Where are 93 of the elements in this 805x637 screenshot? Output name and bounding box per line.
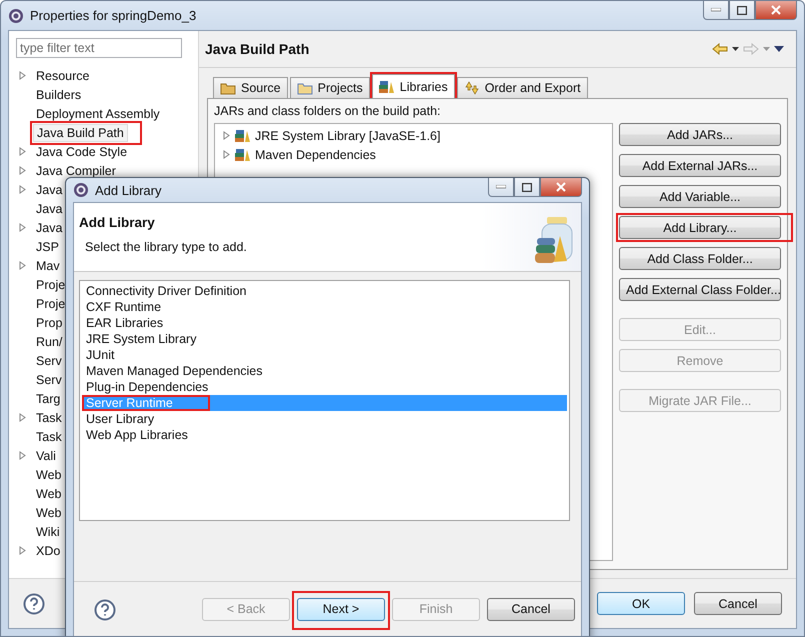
sidebar-item[interactable]: Task <box>33 428 65 444</box>
expand-arrow-icon[interactable] <box>19 185 27 194</box>
maximize-button[interactable] <box>729 1 755 20</box>
sidebar-item[interactable]: Web <box>33 486 64 502</box>
sidebar-item[interactable]: Proje <box>33 296 68 312</box>
sidebar-item[interactable]: Java Compiler <box>33 162 119 178</box>
close-button[interactable] <box>755 1 797 20</box>
dialog-heading: Add Library <box>79 215 156 230</box>
dialog-button[interactable]: OK <box>597 592 685 615</box>
expand-arrow-icon[interactable] <box>19 546 27 555</box>
maximize-icon <box>522 182 532 192</box>
build-path-caption: JARs and class folders on the build path: <box>214 104 442 118</box>
maximize-button[interactable] <box>514 178 540 197</box>
minimize-icon <box>711 8 721 12</box>
sidebar-item[interactable]: XDo <box>33 542 64 558</box>
action-button[interactable]: Add External Class Folder... <box>619 278 781 301</box>
window-title: Properties for springDemo_3 <box>30 8 196 23</box>
expand-arrow-icon[interactable] <box>19 223 27 232</box>
sidebar-item[interactable]: Web <box>33 466 64 482</box>
tab[interactable]: Order and Export <box>456 77 588 98</box>
dialog-description: Select the library type to add. <box>84 240 248 254</box>
sidebar-item[interactable]: Java Code Style <box>33 144 130 160</box>
tab[interactable]: Libraries <box>372 74 455 98</box>
sidebar-item[interactable]: Web <box>33 504 64 520</box>
sidebar-item[interactable]: Wiki <box>33 524 63 540</box>
folder-icon <box>296 81 313 95</box>
list-item[interactable]: EAR Libraries <box>82 315 567 331</box>
minimize-button[interactable] <box>703 1 729 20</box>
action-button[interactable]: Add Class Folder... <box>619 247 781 270</box>
list-item[interactable]: JRE System Library <box>82 331 567 347</box>
expand-arrow-icon[interactable] <box>19 166 27 175</box>
dialog-title: Add Library <box>95 182 162 198</box>
action-button[interactable]: Add Variable... <box>619 185 781 208</box>
close-icon <box>771 5 781 15</box>
expand-arrow-icon[interactable] <box>19 261 27 270</box>
tab[interactable]: Source <box>213 77 288 98</box>
sidebar-item[interactable]: Mav <box>33 258 63 274</box>
sidebar-item[interactable]: Run/ <box>33 334 66 350</box>
folder-icon <box>220 81 236 95</box>
list-item[interactable]: Maven Managed Dependencies <box>82 363 567 379</box>
sidebar-item[interactable]: Vali <box>33 448 59 464</box>
dialog-button[interactable]: Cancel <box>694 592 782 615</box>
maximize-icon <box>737 6 747 14</box>
app-gear-icon <box>73 182 89 198</box>
help-icon[interactable] <box>94 599 116 621</box>
expand-arrow-icon[interactable] <box>19 147 27 156</box>
dropdown-caret-icon[interactable] <box>732 47 739 51</box>
list-item[interactable]: JUnit <box>82 347 567 363</box>
filter-field[interactable]: type filter text <box>16 38 182 58</box>
page-title: Java Build Path <box>205 41 310 57</box>
close-icon <box>556 182 566 192</box>
sidebar-item[interactable]: Task <box>33 410 65 426</box>
library-icon <box>378 80 395 94</box>
expand-arrow-icon[interactable] <box>223 131 231 140</box>
sidebar-item[interactable]: JSP <box>33 238 62 254</box>
list-item[interactable]: User Library <box>82 411 567 427</box>
sidebar-item[interactable]: Deployment Assembly <box>33 106 163 122</box>
sidebar-item[interactable]: Prop <box>33 314 66 330</box>
action-button[interactable]: Add JARs... <box>619 123 781 146</box>
expand-arrow-icon[interactable] <box>19 71 27 80</box>
library-icon <box>235 148 251 162</box>
expand-arrow-icon[interactable] <box>19 413 27 422</box>
minimize-icon <box>496 185 506 189</box>
sidebar-item[interactable]: Java <box>33 182 66 198</box>
sidebar-item[interactable]: Java <box>33 220 66 236</box>
close-button[interactable] <box>540 178 582 197</box>
minimize-button[interactable] <box>488 178 514 197</box>
sidebar-item[interactable]: Builders <box>33 86 84 102</box>
wizard-button[interactable]: Cancel <box>487 598 575 620</box>
sidebar-item[interactable]: Resource <box>33 68 92 84</box>
action-button[interactable]: Add External JARs... <box>619 154 781 177</box>
expand-arrow-icon[interactable] <box>19 451 27 460</box>
sidebar-item[interactable]: Targ <box>33 390 64 406</box>
sidebar-item[interactable]: Proje <box>33 276 68 292</box>
sort-arrows-icon <box>464 81 480 95</box>
help-icon[interactable] <box>23 592 45 614</box>
list-item[interactable]: Plug-in Dependencies <box>82 379 567 395</box>
sidebar-item[interactable]: Serv <box>33 352 65 368</box>
app-gear-icon <box>8 8 24 24</box>
view-menu-icon[interactable] <box>774 46 784 52</box>
action-button[interactable]: Add Library... <box>619 216 781 239</box>
list-item[interactable]: Connectivity Driver Definition <box>82 283 567 299</box>
library-icon <box>235 128 251 142</box>
list-item[interactable]: Web App Libraries <box>82 427 567 443</box>
library-entry[interactable]: JRE System Library [JavaSE-1.6] <box>255 128 440 142</box>
list-item[interactable]: CXF Runtime <box>82 299 567 315</box>
sidebar-item[interactable]: Java Build Path <box>33 124 128 142</box>
library-entry[interactable]: Maven Dependencies <box>255 148 376 162</box>
sidebar-item[interactable]: Serv <box>33 372 65 388</box>
sidebar-item[interactable]: Java <box>33 200 66 216</box>
wizard-button[interactable]: Next > <box>297 598 385 620</box>
expand-arrow-icon[interactable] <box>223 150 231 159</box>
tab[interactable]: Projects <box>290 77 370 98</box>
